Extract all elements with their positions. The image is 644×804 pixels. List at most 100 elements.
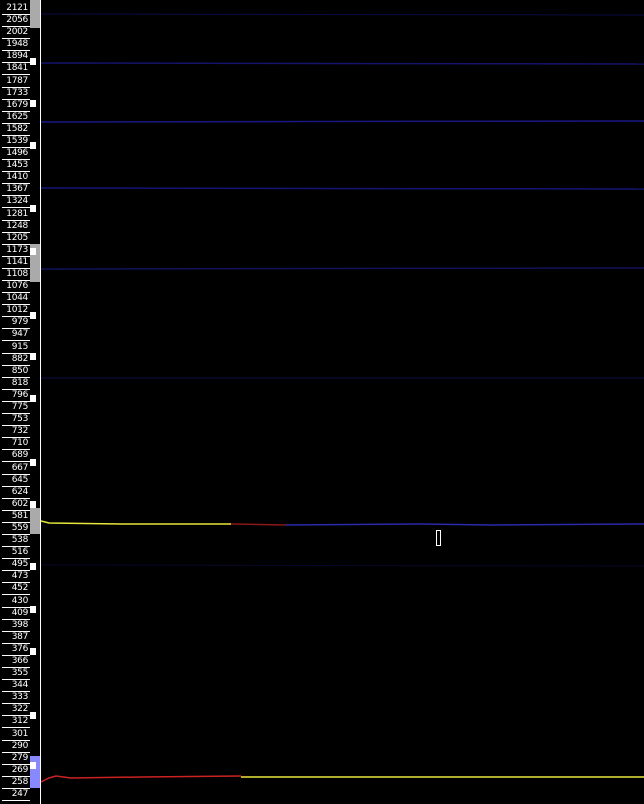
frequency-label: 2056: [6, 15, 28, 25]
frequency-label: 1141: [6, 257, 28, 267]
frequency-label: 1496: [6, 148, 28, 158]
frequency-label: 1410: [6, 172, 28, 182]
frequency-label: 355: [11, 668, 29, 678]
frequency-label: 732: [11, 426, 29, 436]
pitch-traces: [41, 520, 644, 783]
upper-trace-red: [230, 523, 287, 526]
frequency-label: 1108: [6, 269, 28, 279]
harmonic-line: [41, 187, 644, 190]
upper-trace-blue: [285, 523, 644, 526]
frequency-label: 1582: [6, 124, 28, 134]
frequency-label: 796: [11, 390, 29, 400]
frequency-label: 290: [11, 741, 29, 751]
frequency-label: 689: [11, 450, 29, 460]
frequency-label: 1625: [6, 112, 28, 122]
frequency-tick-line: [2, 461, 30, 462]
octave-marker: [30, 501, 36, 508]
frequency-label: 1281: [6, 209, 28, 219]
octave-marker: [30, 58, 36, 65]
harmonic-line: [41, 120, 644, 123]
frequency-label: 387: [11, 632, 29, 642]
frequency-label: 398: [11, 620, 29, 630]
frequency-label: 452: [11, 583, 29, 593]
harmonic-line: [41, 564, 644, 567]
frequency-label: 915: [11, 342, 29, 352]
frequency-label: 947: [11, 329, 29, 339]
harmonic-line: [41, 62, 644, 65]
frequency-label: 1539: [6, 136, 28, 146]
octave-marker: [30, 648, 36, 655]
frequency-scale: 2121 2056 2002 1948 1894 1841 1787 1733 1679 1625…: [0, 0, 41, 804]
frequency-label: 1679: [6, 100, 28, 110]
octave-marker: [30, 606, 36, 613]
frequency-label: 495: [11, 559, 29, 569]
frequency-label: 710: [11, 438, 29, 448]
frequency-label: 602: [11, 499, 29, 509]
faint-harmonic-lines: [41, 13, 644, 567]
octave-marker: [30, 142, 36, 149]
frequency-label: 850: [11, 366, 29, 376]
frequency-tick-line: [2, 800, 30, 801]
frequency-label: 1012: [6, 305, 28, 315]
frequency-tick-line: [2, 74, 30, 75]
octave-marker: [30, 563, 36, 570]
frequency-label: 516: [11, 547, 29, 557]
frequency-label: 2002: [6, 27, 28, 37]
frequency-label: 581: [11, 511, 29, 521]
frequency-label: 818: [11, 378, 29, 388]
frequency-label: 366: [11, 656, 29, 666]
frequency-label: 279: [11, 753, 29, 763]
frequency-label: 301: [11, 729, 29, 739]
frequency-label: 1044: [6, 293, 28, 303]
frequency-label: 344: [11, 680, 29, 690]
frequency-label: 559: [11, 523, 29, 533]
frequency-label: 247: [11, 789, 29, 799]
frequency-label: 376: [11, 644, 29, 654]
octave-marker: [30, 100, 36, 107]
frequency-label: 775: [11, 402, 29, 412]
frequency-label: 1787: [6, 76, 28, 86]
frequency-label: 882: [11, 354, 29, 364]
frequency-label: 409: [11, 608, 29, 618]
octave-marker: [30, 762, 36, 769]
frequency-label: 473: [11, 571, 29, 581]
frequency-label: 258: [11, 777, 29, 787]
frequency-label: 1324: [6, 196, 28, 206]
octave-marker: [30, 459, 36, 466]
frequency-label: 1894: [6, 51, 28, 61]
octave-marker: [30, 395, 36, 402]
scale-highlight-band: [30, 0, 40, 28]
frequency-label: 624: [11, 487, 29, 497]
octave-marker: [30, 312, 36, 319]
frequency-label: 269: [11, 765, 29, 775]
frequency-label: 322: [11, 704, 29, 714]
scale-highlight-band: [30, 756, 40, 788]
frequency-label: 979: [11, 317, 29, 327]
text-cursor-icon: [436, 530, 441, 546]
frequency-label: 1173: [6, 245, 28, 255]
harmonic-line: [41, 13, 644, 16]
frequency-label: 753: [11, 414, 29, 424]
frequency-tick-line: [2, 727, 30, 728]
frequency-label: 1841: [6, 63, 28, 73]
lower-trace-red: [41, 775, 242, 783]
frequency-label: 1367: [6, 184, 28, 194]
frequency-label: 667: [11, 463, 29, 473]
harmonic-line: [41, 267, 644, 270]
octave-marker: [30, 712, 36, 719]
frequency-tick-line: [2, 340, 30, 341]
frequency-label: 1205: [6, 233, 28, 243]
frequency-label: 430: [11, 596, 29, 606]
upper-trace-yellow: [41, 520, 231, 525]
frequency-tick-line: [2, 207, 30, 208]
octave-marker: [30, 205, 36, 212]
frequency-label: 333: [11, 692, 29, 702]
frequency-label: 645: [11, 475, 29, 485]
frequency-tick-line: [2, 594, 30, 595]
octave-marker: [30, 353, 36, 360]
frequency-label: 312: [11, 716, 29, 726]
frequency-label: 538: [11, 535, 29, 545]
frequency-label: 1076: [6, 281, 28, 291]
octave-marker: [30, 248, 36, 255]
spectrum-graph[interactable]: [41, 0, 644, 804]
